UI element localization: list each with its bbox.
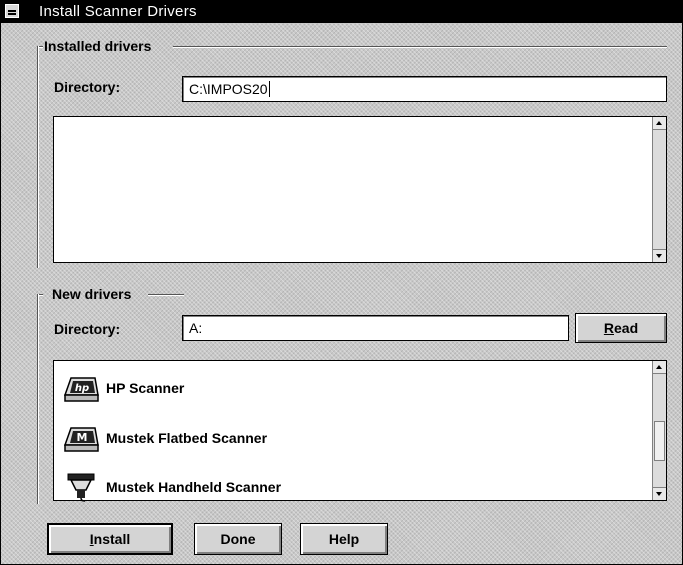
list-item[interactable]: hp HP Scanner [62, 370, 184, 406]
install-scanner-drivers-dialog: Install Scanner Drivers Installed driver… [0, 0, 683, 565]
list-item[interactable]: M Mustek Flatbed Scanner [62, 420, 267, 456]
help-button[interactable]: Help [300, 523, 388, 555]
scroll-thumb[interactable] [654, 421, 665, 461]
scroll-up-button[interactable] [653, 117, 666, 130]
new-drivers-legend: New drivers [52, 286, 132, 302]
system-menu-icon[interactable] [5, 4, 19, 18]
scroll-up-button[interactable] [653, 361, 666, 374]
installed-drivers-list[interactable] [53, 116, 667, 263]
arrow-up-icon [656, 121, 662, 125]
read-mnemonic: R [603, 320, 614, 336]
installed-list-scrollbar[interactable] [652, 117, 666, 262]
installed-drivers-legend: Installed drivers [44, 38, 152, 54]
new-directory-label: Directory: [54, 321, 121, 337]
installed-directory-label: Directory: [54, 79, 121, 95]
list-item[interactable]: Mustek Handheld Scanner [62, 469, 281, 505]
group-border [37, 294, 39, 504]
group-border [37, 46, 39, 268]
window-title: Install Scanner Drivers [39, 3, 197, 20]
group-border [173, 46, 667, 48]
scroll-down-button[interactable] [653, 487, 666, 500]
list-item-label: Mustek Handheld Scanner [106, 479, 282, 495]
new-list-scrollbar[interactable] [652, 361, 666, 500]
installed-directory-field[interactable]: C:\IMPOS20 [182, 76, 667, 102]
arrow-up-icon [656, 365, 662, 369]
title-bar[interactable]: Install Scanner Drivers [1, 1, 682, 23]
text-caret [268, 81, 270, 97]
read-label-rest: ead [614, 320, 639, 336]
list-item-label: HP Scanner [106, 380, 185, 396]
read-button[interactable]: Read [575, 313, 667, 343]
install-label-rest: nstall [93, 531, 131, 547]
arrow-down-icon [656, 492, 662, 496]
new-directory-field[interactable]: A: [182, 315, 569, 341]
installed-directory-value: C:\IMPOS20 [189, 81, 268, 97]
svg-text:hp: hp [75, 383, 89, 394]
group-border [148, 294, 184, 296]
handheld-scanner-icon [62, 472, 100, 502]
arrow-down-icon [656, 254, 662, 258]
svg-text:M: M [77, 431, 88, 444]
mustek-flatbed-icon: M [62, 423, 100, 453]
list-item-label: Mustek Flatbed Scanner [106, 430, 268, 446]
hp-scanner-icon: hp [62, 373, 100, 403]
done-button[interactable]: Done [194, 523, 282, 555]
new-drivers-list[interactable]: hp HP Scanner M Mustek Flatbed Scanner M… [53, 360, 667, 502]
scroll-down-button[interactable] [653, 249, 666, 262]
install-button[interactable]: Install [47, 523, 173, 555]
new-directory-value: A: [189, 320, 203, 336]
